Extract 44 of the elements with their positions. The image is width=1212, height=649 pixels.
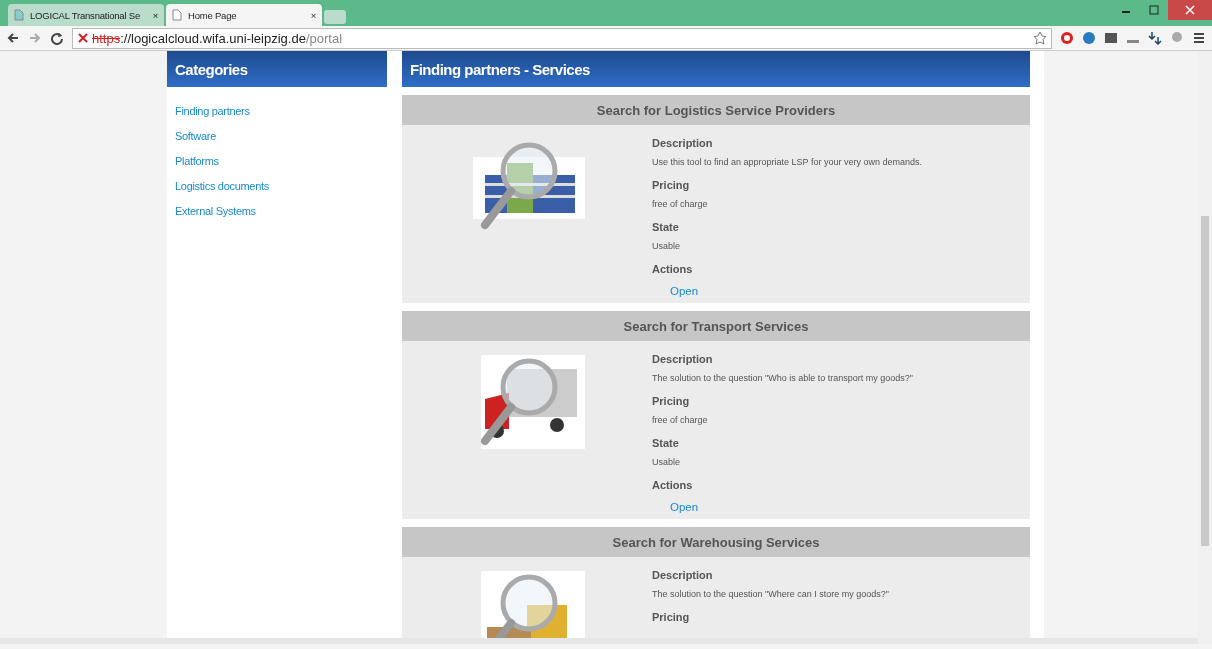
category-link[interactable]: Finding partners [175, 105, 379, 117]
sidebar-heading: Categories [167, 51, 387, 87]
field-label: Description [652, 569, 714, 581]
field-value: Use this tool to find an appropriate LSP for your very own demands. [652, 157, 922, 167]
category-link[interactable]: Software [175, 130, 379, 142]
page-icon [172, 9, 182, 21]
field-value: The solution to the question "Who is able to transport my goods?" [652, 373, 914, 383]
field-value: The solution to the question "Where can I store my goods?" [652, 589, 890, 599]
browser-tab[interactable]: Home Page × [166, 4, 322, 26]
field-value: free of charge [652, 199, 709, 209]
field-value: free of charge [652, 415, 709, 425]
page-heading: Finding partners - Services [402, 51, 1030, 87]
field-label: Pricing [652, 611, 691, 623]
category-link[interactable]: Platforms [175, 155, 379, 167]
field-label: Pricing [652, 395, 691, 407]
forward-icon[interactable] [28, 31, 42, 45]
close-icon[interactable]: × [310, 9, 316, 21]
close-icon[interactable] [1168, 0, 1212, 20]
field-label: Actions [652, 479, 694, 491]
field-label: State [652, 437, 680, 449]
field-label: Actions [652, 263, 694, 275]
service-title: Search for Logistics Service Providers [402, 95, 1030, 125]
field-label: Pricing [652, 179, 691, 191]
service-title: Search for Warehousing Services [402, 527, 1030, 557]
category-link[interactable]: External Systems [175, 205, 379, 217]
menu-icon[interactable] [1192, 31, 1206, 45]
category-link[interactable]: Logistics documents [175, 180, 379, 192]
page-icon [14, 9, 24, 21]
service-title: Search for Transport Services [402, 311, 1030, 341]
field-value: Usable [652, 241, 681, 251]
scrollbar[interactable] [0, 638, 1198, 644]
reload-icon[interactable] [50, 31, 64, 45]
field-value: Usable [652, 457, 681, 467]
close-icon[interactable]: × [152, 9, 158, 21]
open-link[interactable]: Open [670, 285, 922, 297]
open-link[interactable]: Open [670, 501, 914, 513]
back-icon[interactable] [6, 31, 20, 45]
browser-tab[interactable]: LOGICAL Transnational Se × [8, 4, 164, 26]
field-label: State [652, 221, 680, 233]
address-bar[interactable]: https://logicalcloud.wifa.uni-leipzig.de/portal [72, 27, 1052, 49]
arrows-icon[interactable] [1148, 31, 1162, 45]
field-label: Description [652, 137, 714, 149]
field-label: Description [652, 353, 714, 365]
star-icon[interactable] [1033, 31, 1047, 45]
